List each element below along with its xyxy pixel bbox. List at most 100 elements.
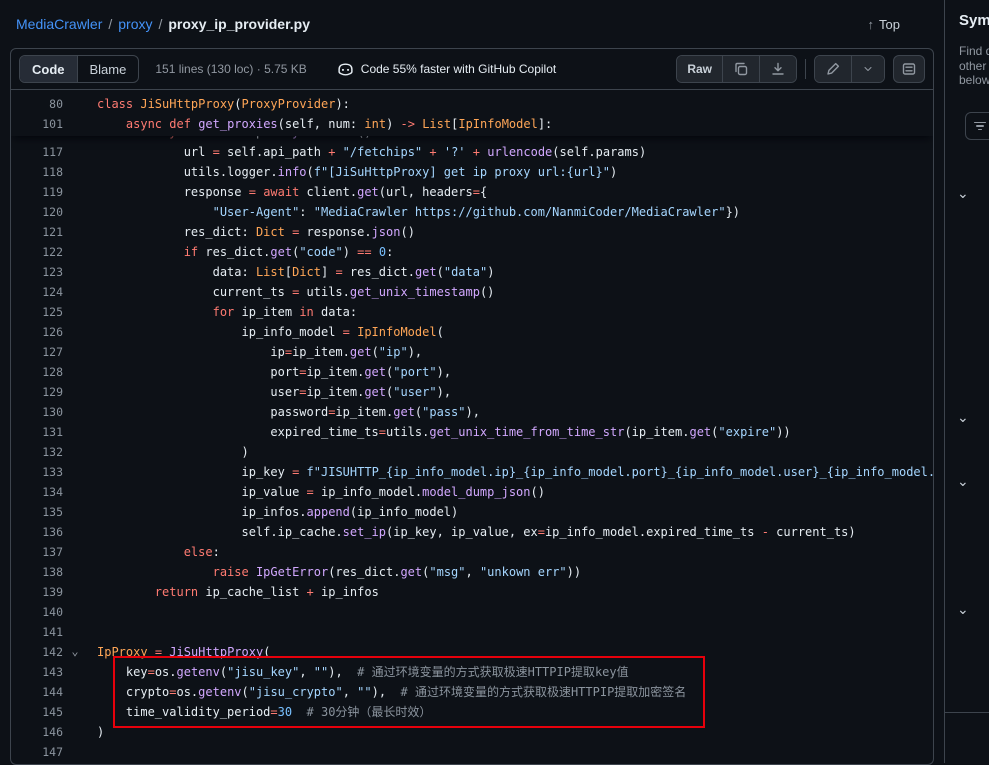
line-number[interactable]: 142 xyxy=(11,642,63,662)
line-number[interactable]: 118 xyxy=(11,162,63,182)
line-number[interactable]: 122 xyxy=(11,242,63,262)
back-to-top-button[interactable]: ↑ Top xyxy=(868,17,900,32)
code-token: get xyxy=(415,265,437,279)
code-token: await xyxy=(263,185,299,199)
code-line: 141 xyxy=(11,622,933,642)
chevron-down-icon: ⌄ xyxy=(957,409,969,426)
code-token: int xyxy=(364,117,386,131)
line-number[interactable]: 146 xyxy=(11,722,63,742)
symbols-filter-input[interactable] xyxy=(965,112,989,140)
line-number[interactable]: 139 xyxy=(11,582,63,602)
line-number[interactable]: 138 xyxy=(11,562,63,582)
tab-blame[interactable]: Blame xyxy=(78,56,139,82)
breadcrumb-repo-link[interactable]: MediaCrawler xyxy=(16,16,102,32)
code-token: ( xyxy=(263,645,270,659)
code-token: response. xyxy=(299,225,371,239)
symbols-panel-title: Symbols xyxy=(959,12,989,29)
code-token: url xyxy=(97,145,213,159)
code-token: ip_infos. xyxy=(97,505,307,519)
code-token xyxy=(97,117,126,131)
code-token: "unkown err" xyxy=(480,565,567,579)
code-token: = xyxy=(307,485,314,499)
line-number[interactable]: 101 xyxy=(11,114,63,134)
code-text xyxy=(87,622,933,642)
code-token: (ip_info_model) xyxy=(350,505,458,519)
line-number[interactable]: 80 xyxy=(11,94,63,114)
code-token: getenv xyxy=(198,685,241,699)
line-number[interactable]: 130 xyxy=(11,402,63,422)
code-token xyxy=(97,305,213,319)
line-number[interactable]: 135 xyxy=(11,502,63,522)
line-number[interactable]: 129 xyxy=(11,382,63,402)
line-number[interactable]: 147 xyxy=(11,742,63,762)
copy-button[interactable] xyxy=(722,56,759,82)
code-token: crypto xyxy=(97,685,169,699)
edit-button[interactable] xyxy=(815,56,851,82)
symbol-tree-row[interactable]: ⌄ xyxy=(957,406,969,428)
line-number[interactable]: 124 xyxy=(11,282,63,302)
code-token: ( xyxy=(372,345,379,359)
code-token: ), xyxy=(328,665,357,679)
symbol-tree-row[interactable]: ⌄ xyxy=(957,598,969,620)
line-number[interactable]: 126 xyxy=(11,322,63,342)
code-token: ( xyxy=(307,165,314,179)
code-token: ip xyxy=(97,345,285,359)
code-token: os. xyxy=(176,685,198,699)
code-line: 135 ip_infos.append(ip_info_model) xyxy=(11,502,933,522)
raw-button[interactable]: Raw xyxy=(677,56,722,82)
line-number[interactable]: 133 xyxy=(11,462,63,482)
code-line: 101 async def get_proxies(self, num: int… xyxy=(11,114,933,134)
line-number[interactable]: 117 xyxy=(11,142,63,162)
chevron-spacer xyxy=(63,662,87,682)
line-number[interactable]: 143 xyxy=(11,662,63,682)
line-number[interactable]: 131 xyxy=(11,422,63,442)
code-token: get xyxy=(400,565,422,579)
line-number[interactable]: 123 xyxy=(11,262,63,282)
code-token: async xyxy=(126,117,162,131)
code-token: : xyxy=(299,205,313,219)
code-token xyxy=(299,465,306,479)
download-button[interactable] xyxy=(759,56,796,82)
line-number[interactable]: 125 xyxy=(11,302,63,322)
chevron-down-icon: ⌄ xyxy=(957,473,969,490)
code-token: ), xyxy=(372,685,401,699)
code-token: ) xyxy=(97,725,104,739)
code-token xyxy=(97,585,155,599)
tab-code[interactable]: Code xyxy=(20,56,78,82)
line-number[interactable]: 132 xyxy=(11,442,63,462)
line-number[interactable]: 136 xyxy=(11,522,63,542)
line-number[interactable]: 145 xyxy=(11,702,63,722)
edit-dropdown-button[interactable] xyxy=(851,56,884,82)
breadcrumb-dir-link[interactable]: proxy xyxy=(118,16,152,32)
line-number[interactable]: 140 xyxy=(11,602,63,622)
code-token: IpInfoModel xyxy=(357,325,436,339)
code-text: time_validity_period=30 # 30分钟（最长时效） xyxy=(87,702,933,722)
collapse-chevron-icon[interactable]: ⌄ xyxy=(63,642,87,662)
code-token: 30 xyxy=(278,705,292,719)
line-number[interactable]: 121 xyxy=(11,222,63,242)
line-number[interactable]: 134 xyxy=(11,482,63,502)
symbol-tree-row[interactable]: ⌄ xyxy=(957,182,969,204)
code-token xyxy=(335,145,342,159)
panel-divider xyxy=(945,712,989,713)
code-line: 120 "User-Agent": "MediaCrawler https://… xyxy=(11,202,933,222)
chevron-spacer xyxy=(63,282,87,302)
code-token: set_ip xyxy=(343,525,386,539)
symbol-tree-row[interactable]: ⌄ xyxy=(957,470,969,492)
code-token: IpInfoModel xyxy=(458,117,537,131)
line-number[interactable]: 128 xyxy=(11,362,63,382)
line-number[interactable]: 127 xyxy=(11,342,63,362)
line-number[interactable]: 137 xyxy=(11,542,63,562)
code-token xyxy=(148,645,155,659)
code-token: [ xyxy=(285,265,292,279)
code-token: # 通过环境变量的方式获取极速HTTPIP提取key值 xyxy=(357,665,628,679)
copilot-icon xyxy=(337,61,354,78)
line-number[interactable]: 141 xyxy=(11,622,63,642)
line-number[interactable]: 120 xyxy=(11,202,63,222)
copilot-banner[interactable]: Code 55% faster with GitHub Copilot xyxy=(337,61,556,78)
code-token: "code" xyxy=(299,245,342,259)
line-number[interactable]: 144 xyxy=(11,682,63,702)
symbols-panel-toggle-button[interactable] xyxy=(893,55,925,83)
chevron-spacer xyxy=(63,562,87,582)
line-number[interactable]: 119 xyxy=(11,182,63,202)
